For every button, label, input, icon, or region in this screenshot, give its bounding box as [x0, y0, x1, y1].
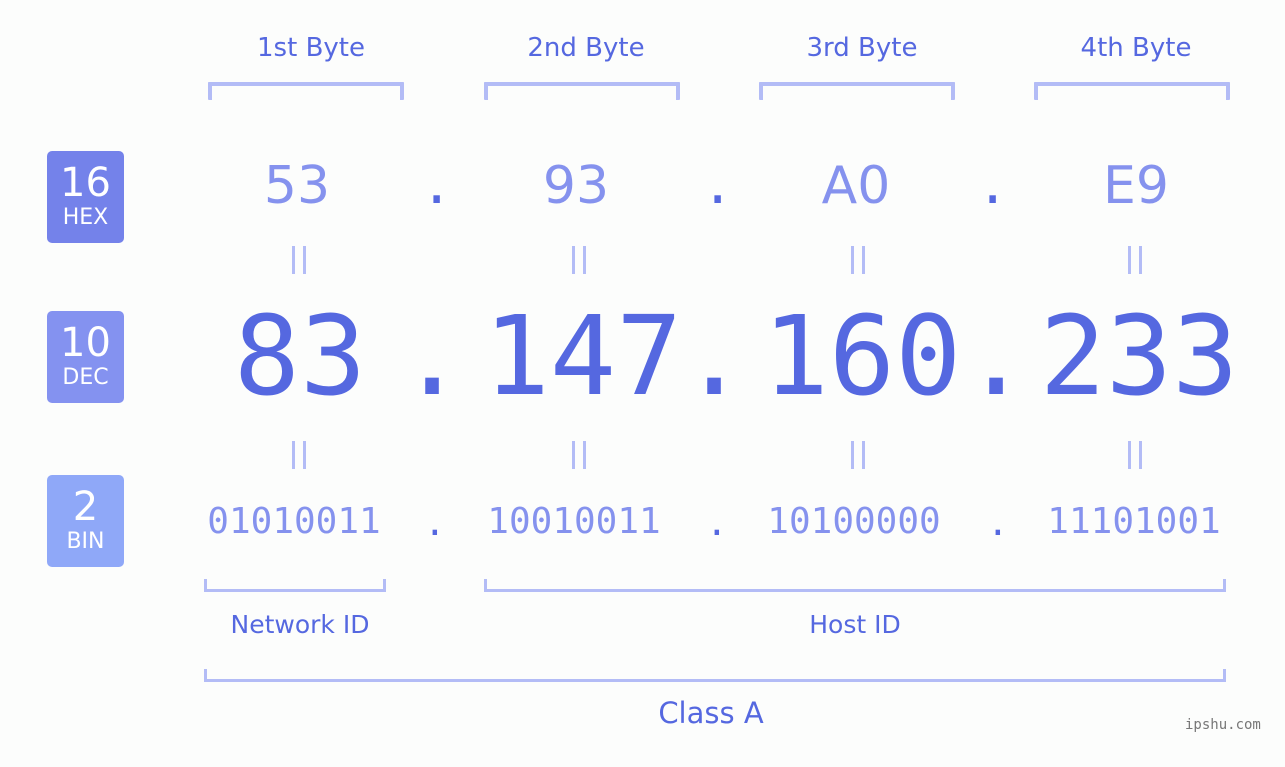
host-id-label: Host ID [809, 610, 901, 639]
bin-byte-2: 10010011 [487, 501, 661, 542]
hex-byte-4: E9 [1103, 156, 1169, 216]
hex-badge-label: HEX [62, 205, 109, 230]
byte-bracket-3 [759, 82, 955, 100]
dec-badge: 10 DEC [47, 311, 124, 403]
equals-icon [550, 437, 610, 482]
equals-icon [270, 242, 330, 287]
watermark: ipshu.com [1185, 717, 1261, 733]
network-id-label: Network ID [230, 610, 370, 639]
dec-badge-base: 10 [60, 320, 111, 366]
byte-header-1: 1st Byte [257, 33, 365, 63]
bin-byte-3: 10100000 [767, 501, 941, 542]
bin-badge: 2 BIN [47, 475, 124, 567]
dec-byte-1: 83 [233, 292, 367, 420]
dec-badge-label: DEC [62, 365, 109, 390]
bin-separator-2: . [706, 503, 728, 544]
byte-header-4: 4th Byte [1080, 33, 1192, 63]
host-id-bracket [484, 579, 1226, 592]
equals-icon [829, 437, 889, 482]
dec-byte-4: 233 [1039, 292, 1239, 420]
hex-byte-1: 53 [263, 156, 331, 216]
network-id-bracket [204, 579, 386, 592]
hex-separator-2: . [702, 156, 734, 216]
bin-badge-base: 2 [72, 484, 99, 530]
hex-separator-1: . [421, 156, 453, 216]
byte-bracket-4 [1034, 82, 1230, 100]
byte-header-3: 3rd Byte [806, 33, 918, 63]
hex-badge-base: 16 [60, 160, 111, 206]
equals-icon [1106, 242, 1166, 287]
dec-byte-3: 160 [762, 292, 962, 420]
hex-byte-3: A0 [821, 156, 891, 216]
class-bracket [204, 669, 1226, 682]
bin-byte-1: 01010011 [207, 501, 381, 542]
bin-separator-3: . [987, 503, 1009, 544]
class-label: Class A [658, 696, 764, 730]
equals-icon [829, 242, 889, 287]
hex-byte-2: 93 [542, 156, 610, 216]
byte-bracket-2 [484, 82, 680, 100]
hex-separator-3: . [977, 156, 1009, 216]
hex-badge: 16 HEX [47, 151, 124, 243]
bin-badge-label: BIN [66, 529, 105, 554]
bin-separator-1: . [424, 503, 446, 544]
byte-header-2: 2nd Byte [527, 33, 645, 63]
equals-icon [550, 242, 610, 287]
equals-icon [270, 437, 330, 482]
byte-bracket-1 [208, 82, 404, 100]
equals-icon [1106, 437, 1166, 482]
bin-byte-4: 11101001 [1047, 501, 1221, 542]
